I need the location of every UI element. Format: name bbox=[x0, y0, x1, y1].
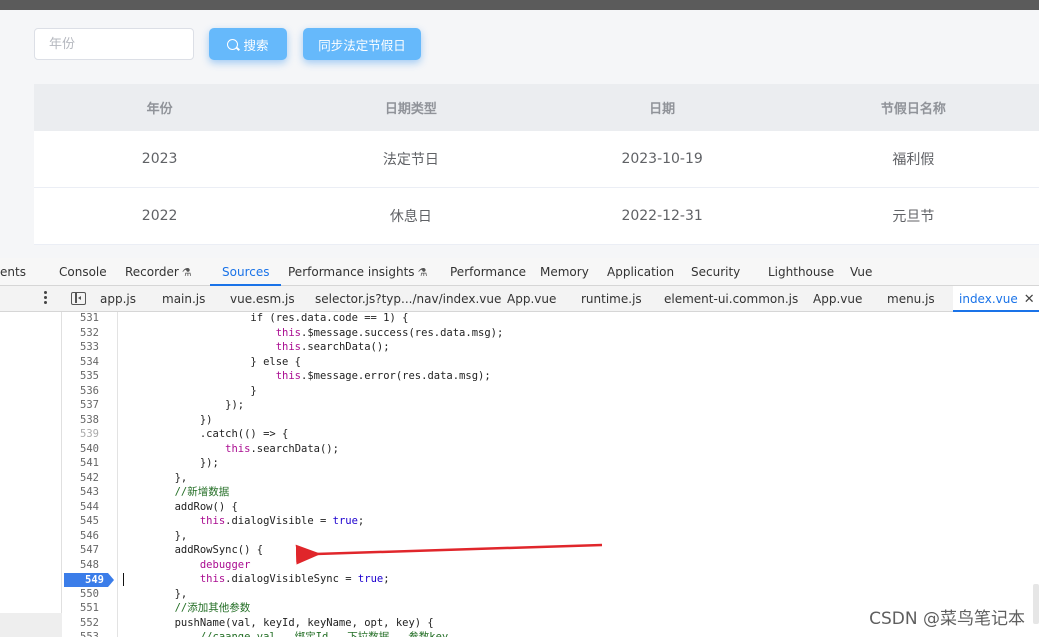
annotation-arrow bbox=[295, 543, 603, 565]
csdn-watermark: CSDN @菜鸟笔记本 bbox=[869, 609, 1025, 629]
annotation-arrow-line bbox=[295, 543, 603, 565]
